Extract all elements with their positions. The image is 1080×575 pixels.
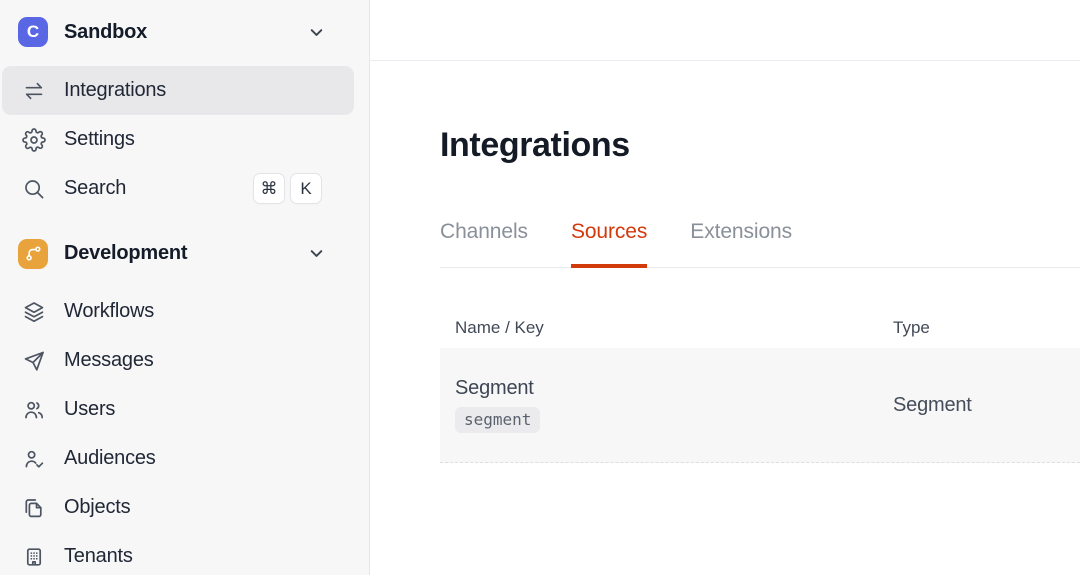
sidebar-item-label: Workflows (64, 300, 155, 322)
sidebar-item-label: Tenants (64, 545, 133, 567)
search-shortcut: ⌘ K (253, 173, 322, 204)
courier-logo: C (18, 17, 48, 47)
sidebar-item-objects[interactable]: Objects (2, 483, 354, 532)
sidebar-item-messages[interactable]: Messages (2, 336, 354, 385)
column-header-name-key: Name / Key (455, 318, 544, 337)
sidebar-section-development[interactable]: Development (0, 229, 369, 278)
sidebar-item-workflows[interactable]: Workflows (2, 287, 354, 336)
active-tab-underline (570, 264, 648, 268)
chevron-down-icon (308, 24, 325, 41)
workspace-switcher[interactable]: C Sandbox (0, 0, 369, 64)
sidebar-item-label: Objects (64, 496, 131, 518)
workspace-name: Sandbox (64, 20, 148, 43)
top-bar (370, 0, 1080, 61)
name-key-cell: Segment segment (455, 377, 893, 433)
app-window: C Sandbox Integrations Settings Search ⌘… (0, 0, 1080, 575)
sidebar-item-label: Integrations (64, 79, 167, 101)
k-key-badge: K (290, 173, 322, 204)
sidebar-item-settings[interactable]: Settings (2, 115, 354, 164)
sidebar-item-search[interactable]: Search ⌘ K (2, 164, 354, 213)
command-key-badge: ⌘ (253, 173, 285, 204)
sidebar-item-integrations[interactable]: Integrations (2, 66, 354, 115)
user-check-icon (22, 447, 46, 471)
table-header-row: Name / Key Type (440, 308, 1080, 348)
tab-channels[interactable]: Channels (440, 220, 528, 267)
git-branch-icon (18, 238, 48, 269)
sidebar-item-users[interactable]: Users (2, 385, 354, 434)
search-icon (22, 177, 46, 201)
tab-bar: Channels Sources Extensions (440, 220, 1080, 268)
paper-plane-icon (22, 349, 46, 373)
main-area: Integrations Channels Sources Extensions… (370, 0, 1080, 575)
chevron-down-icon (308, 245, 325, 262)
sidebar-item-label: Audiences (64, 447, 156, 469)
tab-label: Sources (570, 220, 648, 243)
type-cell: Segment (893, 394, 1080, 417)
tab-label: Extensions (690, 220, 793, 243)
section-label: Development (64, 242, 188, 264)
logo-letter: C (26, 22, 40, 41)
swap-arrows-icon (22, 79, 46, 103)
source-type: Segment (893, 393, 972, 416)
sidebar: C Sandbox Integrations Settings Search ⌘… (0, 0, 370, 575)
page-title: Integrations (440, 126, 630, 164)
tab-sources[interactable]: Sources (570, 220, 648, 268)
sidebar-item-audiences[interactable]: Audiences (2, 434, 354, 483)
gear-icon (22, 127, 46, 152)
sidebar-item-tenants[interactable]: Tenants (2, 532, 354, 575)
sidebar-item-label: Settings (64, 128, 135, 150)
source-key-badge: segment (455, 407, 541, 433)
sidebar-item-label: Users (64, 398, 116, 420)
sidebar-item-label: Search (64, 177, 127, 199)
users-icon (22, 398, 46, 422)
table-row-segment[interactable]: Segment segment Segment (440, 348, 1080, 463)
tab-extensions[interactable]: Extensions (690, 220, 792, 267)
integrations-page: Integrations Channels Sources Extensions… (370, 123, 1080, 463)
building-icon (22, 545, 46, 569)
column-header-type: Type (893, 318, 930, 337)
sidebar-item-label: Messages (64, 349, 154, 371)
layers-icon (22, 300, 46, 324)
copy-pages-icon (22, 496, 46, 520)
tab-label: Channels (440, 220, 528, 243)
source-name: Segment (455, 377, 534, 399)
